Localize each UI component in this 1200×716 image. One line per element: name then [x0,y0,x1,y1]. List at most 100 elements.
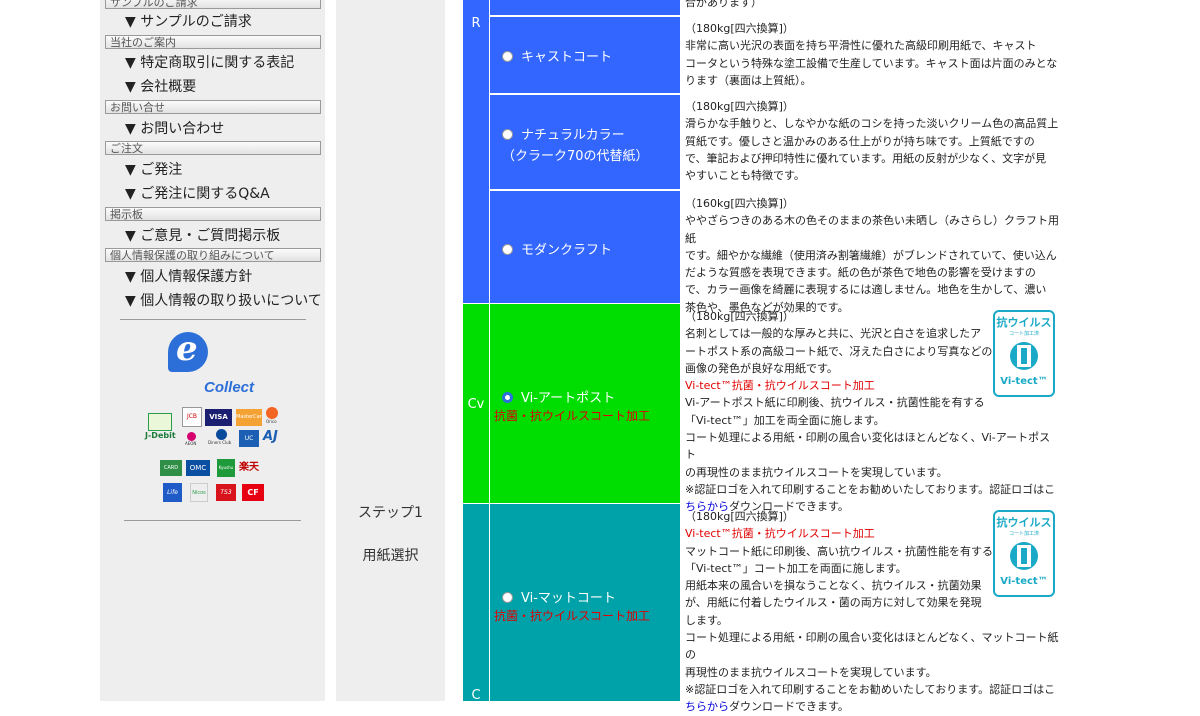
card-logo-aeon-text: AEON [185,441,197,446]
card-logo-diners: Diners Club [208,429,235,449]
card-logo-diners-text: Diners Club [208,440,232,445]
card-logo-jcb: JCB [182,407,202,427]
card-logo-nicos: Nicos [190,483,208,502]
desc-line: ややざらつきのある木の色そのままの茶色い未晒し（みさらし）クラフト用紙 [685,214,1059,245]
vitect-badge-bottom: Vi-tect™ [1000,576,1048,587]
card-logo-aj: AJ [263,429,278,444]
desc-line: （160kg[四六換算]） [685,197,794,210]
radio-castcoat[interactable] [502,51,513,62]
card-logo-orico-text: Orico [266,419,277,424]
group-band-cv: Cv [463,304,489,503]
desc-line: で、筆記および押印特性に優れています。用紙の反射が少なく、文字が見 [685,151,1047,165]
desc-line: コート処理による用紙・印刷の風合い変化はほとんどなく、Vi-アートポスト [685,431,1051,462]
ecollect-logo[interactable]: e Collect [165,329,265,396]
nav-company-profile[interactable]: ▼ 会社概要 [125,78,196,96]
card-logo-jdebit-text: J-Debit [145,431,176,440]
radio-vi-artpost[interactable] [502,392,513,403]
option-vi-artpost[interactable]: Vi-アートポスト 抗菌・抗ウイルスコート加工 [489,304,680,503]
option-natural-color[interactable]: ナチュラルカラー （クラーク70の代替紙） [489,95,680,189]
card-logo-ts3: TS3 [216,484,236,501]
card-logo-uc: UC [239,430,259,447]
group-code-r: R [471,16,481,31]
group-band-r: R [463,0,489,303]
desc-line: します。 [685,613,728,627]
desc-modern-craft: （160kg[四六換算]） ややざらつきのある木の色そのままの茶色い未晒し（みさ… [685,195,1060,316]
nav-privacy-policy[interactable]: ▼ 個人情報保護方針 [125,268,252,286]
desc-line: やすいことも特徴です。 [685,169,805,183]
card-logo-omc: OMC [186,460,210,476]
desc-line: コート処理による用紙・印刷の風合い変化はほとんどなく、マットコート紙の [685,631,1059,662]
nav-order[interactable]: ▼ ご発注 [125,161,182,179]
desc-line: ※認証ロゴを入れて印刷することをお勧めいたしております。認証ロゴはこ [685,682,1056,696]
group-code-cv: Cv [467,397,485,412]
desc-castcoat: （180kg[四六換算]） 非常に高い光沢の表面を持ち平滑性に優れた高級印刷用紙… [685,20,1060,89]
desc-natural-color: （180kg[四六換算]） 滑らかな手触りと、しなやかな紙のコシを持った淡いクリ… [685,98,1060,184]
card-logo-rakuten: 楽天 [239,462,259,473]
card-logo-mastercard: MasterCard [236,409,262,426]
paper-subname-natural-color: （クラーク70の代替紙） [502,149,649,164]
nav-privacy-handling[interactable]: ▼ 個人情報の取り扱いについて [125,292,322,310]
section-header-inquiry: お問い合せ [105,100,321,114]
option-modern-craft[interactable]: モダンクラフト [489,191,680,303]
card-logo-aeon: AEON [185,432,203,450]
desc-line: が、用紙に付着したウイルス・菌の両方に対して効果を発現 [685,596,982,610]
nav-contact[interactable]: ▼ お問い合わせ [125,120,224,138]
paper-name-vi-mattcoat: Vi-マットコート [521,591,616,606]
section-header-bbs: 掲示板 [105,207,321,221]
vitect-badge-mid: コート加工済 [1008,331,1039,337]
divider [120,319,306,320]
vitect-emblem-icon [1010,542,1038,570]
desc-line: 「Vi-tect™」加工を両全面に施します。 [685,413,885,427]
vitect-badge-top: 抗ウイルス [996,516,1052,529]
radio-modern-craft[interactable] [502,244,513,255]
step-label: ステップ1 [358,505,423,521]
card-logo-life: Life [163,483,182,502]
option-cell-previous [489,0,680,15]
card-logo-orico: Orico [266,407,280,426]
desc-line: だような質感を表現できます。紙の色が茶色で地色の影響を受けますの [685,266,1036,280]
sidebar: サンプルのご請求 ▼ サンプルのご請求 当社のご案内 ▼ 特定商取引に関する表記… [100,0,325,701]
group-band-r-fill [463,0,489,303]
step-column: ステップ1 用紙選択 [336,0,445,701]
vitect-badge-bottom: Vi-tect™ [1000,376,1048,387]
radio-vi-mattcoat[interactable] [502,592,513,603]
desc-line: 再現性のまま抗ウイルスコートを実現しています。 [685,665,937,679]
vitect-badge-top: 抗ウイルス [996,316,1052,329]
option-vi-mattcoat[interactable]: Vi-マットコート 抗菌・抗ウイルスコート加工 [489,504,680,701]
vitect-badge: 抗ウイルス コート加工済 Vi-tect™ [993,510,1055,597]
paper-name-castcoat: キャストコート [521,50,613,65]
download-logo-link[interactable]: ちらから [685,700,729,713]
nav-sample-request[interactable]: ▼ サンプルのご請求 [125,13,252,31]
nav-bbs[interactable]: ▼ ご意見・ご質問掲示板 [125,227,280,245]
card-logo-card: CARD [160,460,182,476]
desc-line: です。細やかな繊維（使用済み割箸繊維）がブレンドされていて、使い込ん [685,248,1057,262]
card-logo-jdebit: J-Debit [145,413,176,443]
group-band-c: C [463,504,489,703]
vitect-emblem-icon [1010,342,1038,370]
desc-line: ります（裏面は上質紙）。 [685,73,812,87]
vitect-badge-mid: コート加工済 [1008,531,1039,537]
section-header-privacy: 個人情報保護の取り組みについて [105,248,321,262]
desc-line: 非常に高い光沢の表面を持ち平滑性に優れた高級印刷用紙で、キャスト [685,39,1037,53]
card-logo-visa: VISA [205,409,232,426]
desc-line: ※認証ロゴを入れて印刷することをお勧めいたしております。認証ロゴはこ [685,482,1056,496]
desc-line: 滑らかな手触りと、しなやかな紙のコシを持った淡いクリーム色の高品質上 [685,117,1059,131]
card-logo-kyushu: Kyushu [217,459,235,477]
ecollect-letter: e [176,329,198,369]
section-header-sample: サンプルのご請求 [105,0,321,9]
radio-natural-color[interactable] [502,129,513,140]
desc-line: Vi-アートポスト紙に印刷後、抗ウイルス・抗菌性能を有する [685,396,985,410]
desc-line: で、カラー画像を綺麗に表現するには適しません。地色を生かして、濃い [685,283,1047,297]
paper-name-vi-artpost: Vi-アートポスト [521,391,616,406]
desc-line: ダウンロードできます。 [729,700,849,714]
nav-order-qa[interactable]: ▼ ご発注に関するQ&A [125,185,270,203]
top-note: 合があります） [685,0,762,9]
desc-line: （180kg[四六換算]） [685,22,794,35]
option-castcoat[interactable]: キャストコート [489,17,680,93]
paper-name-natural-color: ナチュラルカラー [521,128,625,143]
desc-line: の再現性のまま抗ウイルスコートを実現しています。 [685,465,948,479]
payment-logos-area: e Collect J-Debit JCB VISA MasterCard Or… [100,325,325,515]
section-header-company: 当社のご案内 [105,35,321,49]
nav-commercial-law[interactable]: ▼ 特定商取引に関する表記 [125,54,294,72]
desc-line: 質紙です。優しさと温かみのある仕上がりが持ち味です。上質紙ですの [685,134,1035,148]
